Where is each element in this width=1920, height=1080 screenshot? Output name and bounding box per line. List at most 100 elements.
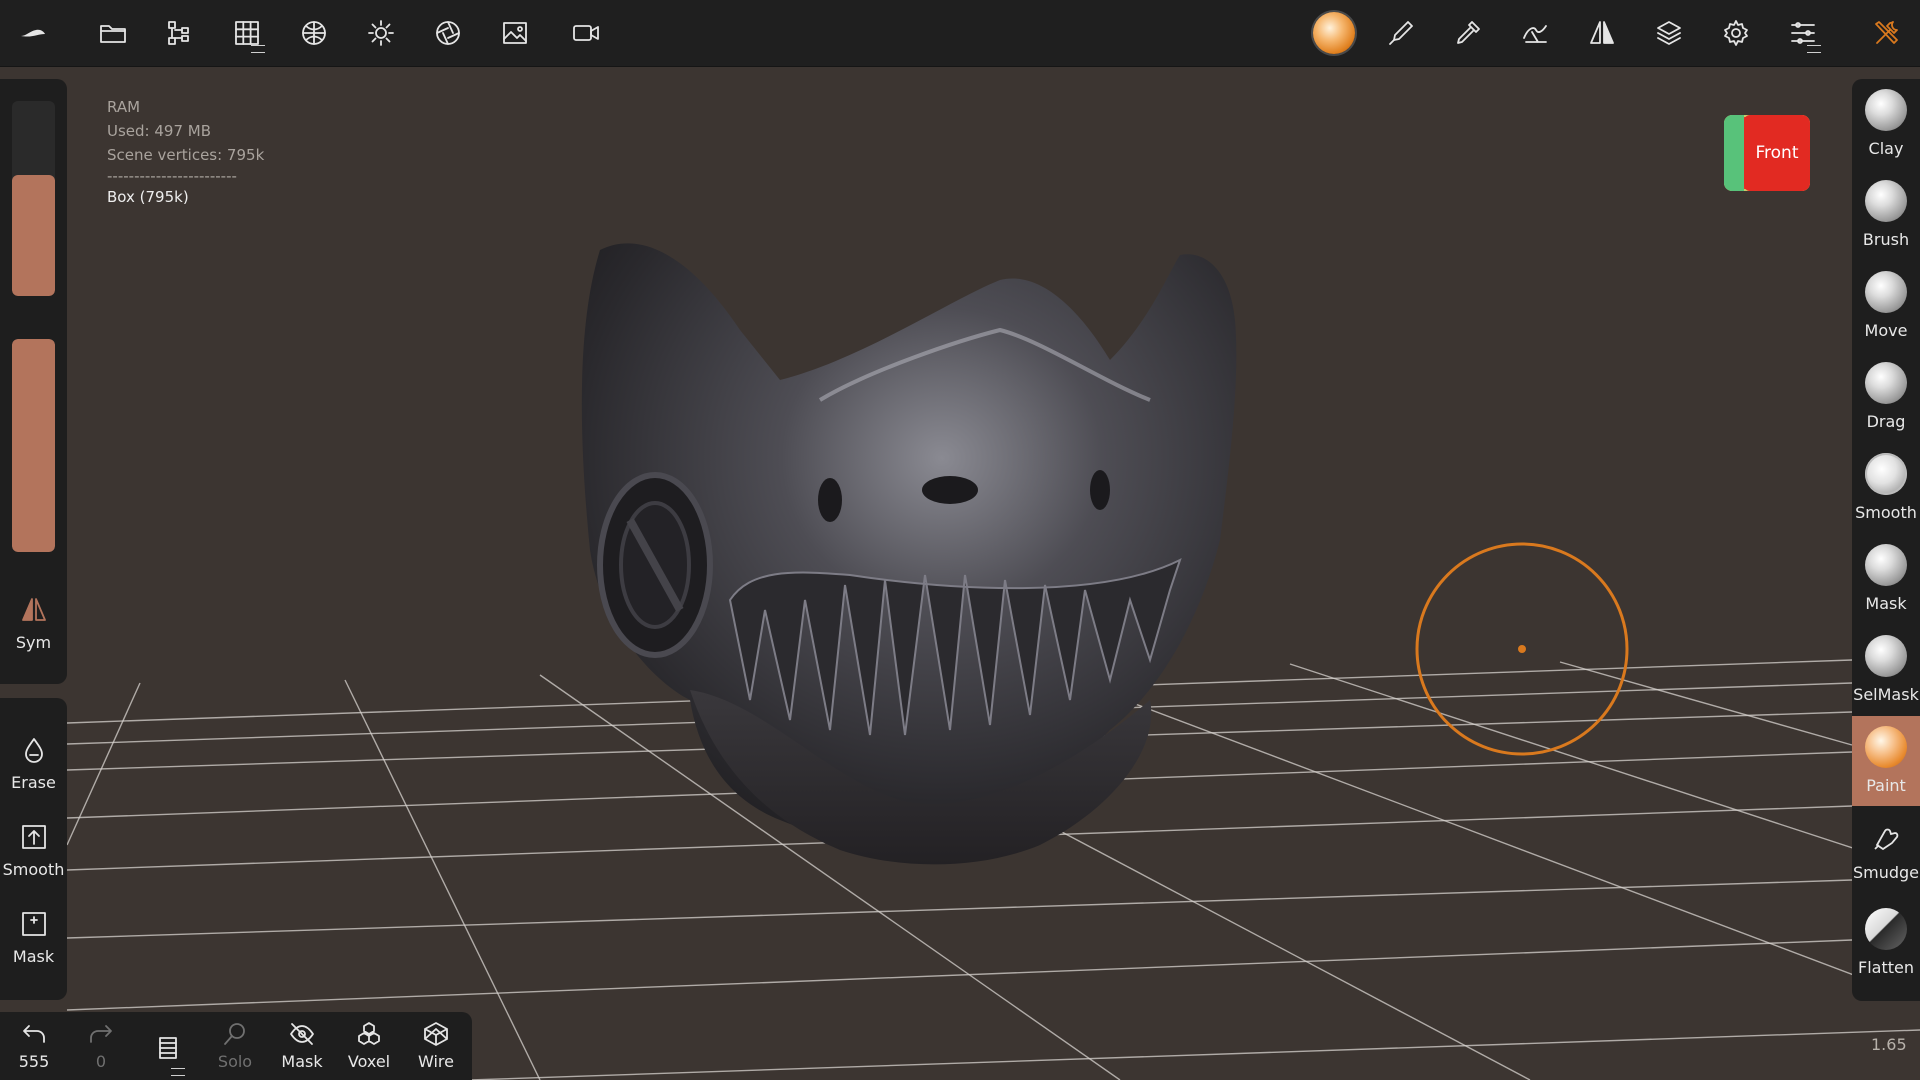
erase-button[interactable]: Erase bbox=[0, 729, 67, 813]
scene-vertices: Scene vertices: 795k bbox=[107, 146, 265, 164]
drag-sphere-icon bbox=[1865, 362, 1907, 404]
scene-info-overlay: RAM Used: 497 MB Scene vertices: 795k --… bbox=[107, 95, 264, 209]
mask-sphere-icon bbox=[1865, 544, 1907, 586]
redo-button[interactable]: 0 bbox=[69, 1020, 133, 1078]
eye-off-icon bbox=[290, 1023, 314, 1045]
tools-icon[interactable] bbox=[1862, 8, 1912, 58]
scene-tree-icon[interactable] bbox=[155, 8, 205, 58]
material-sphere-icon[interactable] bbox=[1309, 8, 1359, 58]
3d-viewport[interactable] bbox=[0, 67, 1920, 1080]
voxel-label: Voxel bbox=[347, 1052, 391, 1071]
solo-button[interactable]: Solo bbox=[203, 1020, 267, 1078]
tool-clay[interactable]: Clay bbox=[1852, 79, 1920, 169]
zoom-level: 1.65 bbox=[1871, 1035, 1907, 1054]
ram-label: RAM bbox=[107, 98, 141, 116]
layers-icon[interactable] bbox=[1644, 8, 1694, 58]
left-slider-panel: Sym bbox=[0, 79, 67, 684]
tool-mask[interactable]: Mask bbox=[1852, 534, 1920, 624]
wireframe-label: Wire bbox=[418, 1052, 454, 1071]
tool-mask-label: Mask bbox=[1865, 594, 1907, 613]
ram-used: Used: 497 MB bbox=[107, 122, 211, 140]
topology-icon[interactable] bbox=[289, 8, 339, 58]
folder-icon[interactable] bbox=[88, 8, 138, 58]
clay-sphere-icon bbox=[1865, 89, 1907, 131]
top-toolbar bbox=[0, 0, 1920, 67]
history-list-icon bbox=[159, 1037, 177, 1059]
video-camera-icon[interactable] bbox=[561, 8, 611, 58]
sym-label: Sym bbox=[15, 633, 52, 652]
aperture-icon[interactable] bbox=[423, 8, 473, 58]
sliders-icon[interactable] bbox=[1778, 8, 1828, 58]
object-name[interactable]: Box (795k) bbox=[107, 185, 264, 209]
solo-label: Solo bbox=[217, 1052, 253, 1071]
app-logo-icon[interactable] bbox=[8, 8, 58, 58]
tool-selmask-label: SelMask bbox=[1853, 685, 1919, 704]
redo-icon bbox=[90, 1025, 112, 1043]
tool-brush-label: Brush bbox=[1862, 230, 1910, 249]
paint-brush-icon[interactable] bbox=[1376, 8, 1426, 58]
tool-smudge[interactable]: Smudge bbox=[1852, 807, 1920, 897]
bottom-toolbar: 555 0 Solo Mask Voxel Wire bbox=[0, 1012, 472, 1080]
undo-count: 555 bbox=[18, 1052, 50, 1071]
sym-toggle[interactable]: Sym bbox=[0, 589, 67, 673]
redo-count: 0 bbox=[95, 1052, 107, 1071]
history-options-icon bbox=[171, 1068, 185, 1076]
info-separator: ------------------------ bbox=[107, 167, 237, 185]
tool-paint[interactable]: Paint bbox=[1852, 716, 1920, 806]
brush-radius-slider[interactable] bbox=[12, 101, 55, 296]
tool-flatten[interactable]: Flatten bbox=[1852, 898, 1920, 988]
mask-button[interactable]: Mask bbox=[0, 903, 67, 987]
view-cube-front[interactable]: Front bbox=[1744, 115, 1810, 191]
scene-canvas[interactable] bbox=[0, 67, 1920, 1080]
brush-intensity-slider[interactable] bbox=[12, 339, 55, 552]
mask-visibility-button[interactable]: Mask bbox=[270, 1020, 334, 1078]
right-tool-panel: Clay Brush Move Drag Smooth Mask SelMask… bbox=[1852, 79, 1920, 1001]
brush-radius-fill bbox=[12, 175, 55, 296]
grid-icon[interactable] bbox=[222, 8, 272, 58]
voxel-cubes-icon bbox=[358, 1022, 380, 1045]
magnifier-icon bbox=[224, 1023, 245, 1045]
tool-smooth-label: Smooth bbox=[1855, 503, 1917, 522]
history-button[interactable] bbox=[136, 1020, 200, 1078]
drop-icon bbox=[24, 738, 43, 763]
mask-label: Mask bbox=[12, 947, 55, 966]
sliders-options-icon bbox=[1807, 45, 1821, 53]
view-cube[interactable]: Front bbox=[1724, 115, 1810, 191]
tool-brush[interactable]: Brush bbox=[1852, 170, 1920, 260]
tool-smudge-label: Smudge bbox=[1852, 863, 1920, 882]
tool-flatten-label: Flatten bbox=[1858, 958, 1914, 977]
color-picker-icon[interactable] bbox=[1443, 8, 1493, 58]
grid-options-icon bbox=[251, 45, 265, 53]
tool-drag[interactable]: Drag bbox=[1852, 352, 1920, 442]
mask-visibility-label: Mask bbox=[281, 1052, 323, 1071]
tool-selmask[interactable]: SelMask bbox=[1852, 625, 1920, 715]
brush-intensity-fill bbox=[12, 339, 55, 552]
paint-sphere-icon bbox=[1865, 726, 1907, 768]
undo-icon bbox=[23, 1025, 45, 1043]
tool-paint-label: Paint bbox=[1866, 776, 1906, 795]
image-icon[interactable] bbox=[490, 8, 540, 58]
move-sphere-icon bbox=[1865, 271, 1907, 313]
symmetry-icon[interactable] bbox=[1577, 8, 1627, 58]
smooth-button[interactable]: Smooth bbox=[0, 816, 67, 900]
tool-move-label: Move bbox=[1864, 321, 1908, 340]
undo-button[interactable]: 555 bbox=[2, 1020, 66, 1078]
smooth-label: Smooth bbox=[2, 860, 65, 879]
erase-label: Erase bbox=[11, 773, 56, 792]
voxel-button[interactable]: Voxel bbox=[337, 1020, 401, 1078]
stroke-icon[interactable] bbox=[1510, 8, 1560, 58]
flatten-sphere-icon bbox=[1865, 908, 1907, 950]
brush-sphere-icon bbox=[1865, 180, 1907, 222]
wireframe-button[interactable]: Wire bbox=[404, 1020, 468, 1078]
tool-smooth[interactable]: Smooth bbox=[1852, 443, 1920, 533]
smudge-finger-icon bbox=[1874, 828, 1899, 851]
light-icon[interactable] bbox=[356, 8, 406, 58]
upload-box-icon bbox=[21, 825, 46, 849]
tool-clay-label: Clay bbox=[1868, 139, 1904, 158]
view-cube-side[interactable] bbox=[1724, 115, 1744, 191]
settings-icon[interactable] bbox=[1711, 8, 1761, 58]
sculpt-mesh bbox=[581, 243, 1237, 865]
tool-move[interactable]: Move bbox=[1852, 261, 1920, 351]
tool-drag-label: Drag bbox=[1866, 412, 1906, 431]
wireframe-icon bbox=[424, 1022, 448, 1046]
